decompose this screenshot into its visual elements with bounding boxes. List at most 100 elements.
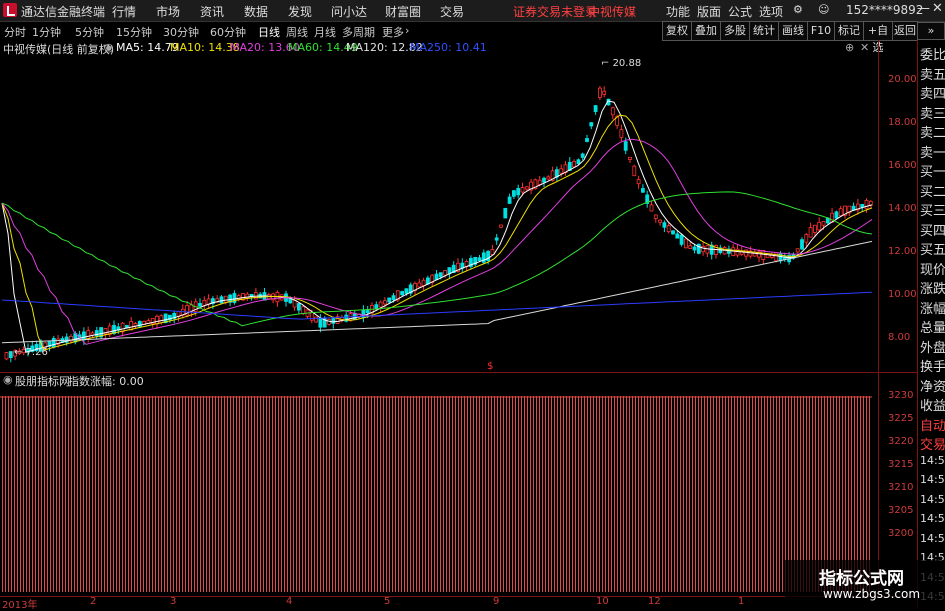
side-panel-item-21[interactable]: 14:56 bbox=[920, 454, 945, 467]
side-panel-item-18[interactable]: 收益 bbox=[920, 395, 945, 414]
indicator-bar bbox=[416, 396, 417, 592]
indicator-bar bbox=[401, 396, 402, 592]
side-panel-item-5[interactable]: 卖一 bbox=[920, 142, 945, 161]
candle-body bbox=[653, 214, 658, 219]
side-panel-item-6[interactable]: 买一 bbox=[920, 161, 945, 180]
side-panel-item-3[interactable]: 卖三 bbox=[920, 103, 945, 122]
menu-wenxiaoda[interactable]: 问小达 bbox=[331, 3, 367, 20]
tool-diejia[interactable]: 叠加 bbox=[691, 21, 721, 41]
side-panel-item-8[interactable]: 买三 bbox=[920, 200, 945, 219]
side-panel-item-20[interactable]: 交易 bbox=[920, 434, 945, 453]
tool-biaoji-icon[interactable]: 标记 bbox=[834, 21, 864, 41]
side-panel-item-14[interactable]: 总量 bbox=[920, 317, 945, 336]
settings-icon[interactable]: ⚙ bbox=[793, 3, 803, 16]
menu-caifuquan[interactable]: 财富圈 bbox=[385, 3, 421, 20]
indicator-bar bbox=[131, 396, 132, 592]
indicator-name[interactable]: 股朋指标网 bbox=[15, 373, 70, 389]
chevron-right-icon[interactable]: › bbox=[405, 24, 409, 37]
period-15min[interactable]: 15分钟 bbox=[116, 24, 152, 40]
indicator-bar bbox=[767, 396, 768, 592]
side-panel-item-25[interactable]: 14:56 bbox=[920, 532, 945, 545]
x-label-3: 3 bbox=[170, 596, 177, 607]
chart-settings-icon[interactable]: ⊕ bbox=[845, 41, 854, 54]
side-panel-item-7[interactable]: 买二 bbox=[920, 181, 945, 200]
indicator-bar bbox=[581, 396, 582, 592]
side-panel-item-19[interactable]: 自动 bbox=[920, 415, 945, 434]
indicator-bar bbox=[698, 396, 699, 592]
trade-login-notice[interactable]: 证券交易未登录 bbox=[513, 3, 597, 20]
period-5min[interactable]: 5分钟 bbox=[75, 24, 104, 40]
side-panel-item-4[interactable]: 卖二 bbox=[920, 122, 945, 141]
menu-shichang[interactable]: 市场 bbox=[156, 3, 180, 20]
side-panel-item-13[interactable]: 涨幅 bbox=[920, 298, 945, 317]
side-panel-item-0[interactable]: 委比 bbox=[920, 44, 945, 63]
indicator-toggle-icon[interactable]: ◉ bbox=[3, 373, 13, 386]
indicator-bar bbox=[719, 396, 720, 592]
indicator-bar bbox=[152, 396, 153, 592]
ma-toggle-icon[interactable]: ◉ bbox=[104, 41, 114, 54]
menu-xuanxiang[interactable]: 选项 bbox=[759, 3, 783, 20]
indicator-bar bbox=[467, 396, 468, 592]
chart-close-icon[interactable]: ✕ bbox=[860, 41, 869, 54]
menu-gongshi[interactable]: 公式 bbox=[728, 3, 752, 20]
period-day[interactable]: 日线 bbox=[258, 24, 280, 40]
menu-banmian[interactable]: 版面 bbox=[697, 3, 721, 20]
side-panel-item-10[interactable]: 买五 bbox=[920, 239, 945, 258]
tool-fuquan[interactable]: 复权 bbox=[662, 21, 692, 41]
indicator-bar bbox=[35, 396, 36, 592]
side-panel-item-23[interactable]: 14:56 bbox=[920, 493, 945, 506]
indicator-bar bbox=[647, 396, 648, 592]
panel-collapse-icon[interactable]: » bbox=[917, 22, 945, 40]
tool-huaxian[interactable]: 画线 bbox=[778, 21, 808, 41]
user-account[interactable]: 152****9892 bbox=[846, 3, 923, 17]
side-panel-item-11[interactable]: 现价 bbox=[920, 259, 945, 278]
indicator-bar bbox=[572, 396, 573, 592]
indicator-bar bbox=[14, 396, 15, 592]
menu-shuju[interactable]: 数据 bbox=[244, 3, 268, 20]
period-30min[interactable]: 30分钟 bbox=[163, 24, 199, 40]
side-panel-item-17[interactable]: 净资 bbox=[920, 376, 945, 395]
menu-hangqing[interactable]: 行情 bbox=[112, 3, 136, 20]
side-panel-item-9[interactable]: 买四 bbox=[920, 220, 945, 239]
indicator-bar bbox=[263, 396, 264, 592]
tool-tongji[interactable]: 统计 bbox=[749, 21, 779, 41]
candle-body bbox=[292, 299, 297, 308]
side-panel-item-2[interactable]: 卖四 bbox=[920, 83, 945, 102]
period-60min[interactable]: 60分钟 bbox=[210, 24, 246, 40]
close-icon[interactable]: ✕ bbox=[932, 1, 943, 16]
indicator-bar bbox=[602, 396, 603, 592]
candle-body bbox=[382, 300, 387, 305]
period-week[interactable]: 周线 bbox=[286, 24, 308, 40]
menu-gongneng[interactable]: 功能 bbox=[666, 3, 690, 20]
candle-body bbox=[516, 188, 521, 196]
user-icon[interactable]: ☺ bbox=[818, 3, 829, 16]
indicator-bar bbox=[674, 396, 675, 592]
kline-chart[interactable] bbox=[0, 56, 917, 596]
tool-fanhui[interactable]: 返回 bbox=[892, 21, 918, 41]
tool-zixuan[interactable]: +自选 bbox=[863, 21, 893, 54]
x-label-2: 2 bbox=[90, 596, 97, 607]
side-panel-item-22[interactable]: 14:56 bbox=[920, 473, 945, 486]
candle-body bbox=[546, 176, 551, 180]
indicator-bar bbox=[92, 396, 93, 592]
period-month[interactable]: 月线 bbox=[314, 24, 336, 40]
period-multi[interactable]: 多周期 bbox=[342, 24, 375, 40]
period-more[interactable]: 更多 bbox=[382, 24, 404, 40]
side-panel-item-16[interactable]: 换手 bbox=[920, 356, 945, 375]
side-panel-item-24[interactable]: 14:56 bbox=[920, 512, 945, 525]
indicator-bar bbox=[2, 396, 3, 592]
menu-faxian[interactable]: 发现 bbox=[288, 3, 312, 20]
minimize-icon[interactable]: — bbox=[917, 1, 930, 16]
candle-body bbox=[619, 129, 624, 138]
indicator-bar bbox=[773, 396, 774, 592]
period-fenshi[interactable]: 分时 bbox=[4, 24, 26, 40]
side-panel-item-15[interactable]: 外盘 bbox=[920, 337, 945, 356]
side-panel-item-1[interactable]: 卖五 bbox=[920, 64, 945, 83]
indicator-bar bbox=[317, 396, 318, 592]
menu-zixun[interactable]: 资讯 bbox=[200, 3, 224, 20]
tool-duogu[interactable]: 多股 bbox=[720, 21, 750, 41]
tool-f10[interactable]: F10 bbox=[807, 21, 835, 41]
side-panel-item-12[interactable]: 涨跌 bbox=[920, 278, 945, 297]
period-1min[interactable]: 1分钟 bbox=[32, 24, 61, 40]
menu-jiaoyi[interactable]: 交易 bbox=[440, 3, 464, 20]
